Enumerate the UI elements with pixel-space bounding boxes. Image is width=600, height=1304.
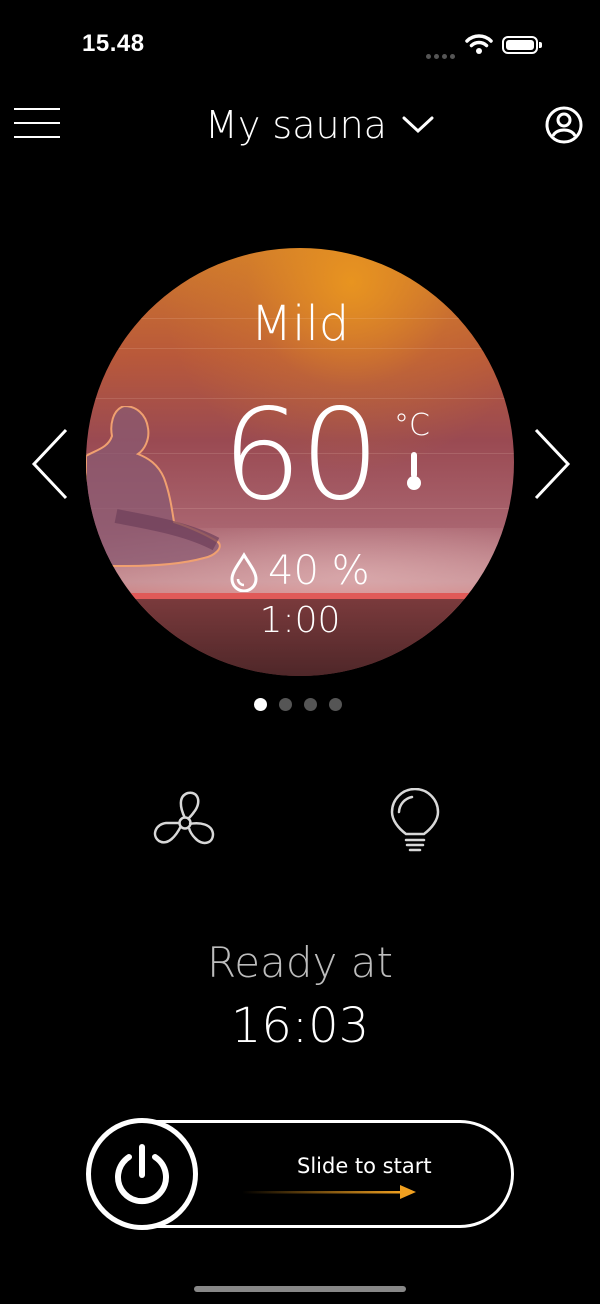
temperature-unit: °C	[394, 408, 430, 443]
program-mode-label: Mild	[250, 296, 350, 352]
temperature-value: 60	[221, 381, 380, 528]
menu-icon	[14, 108, 60, 110]
arrow-right-icon	[242, 1185, 416, 1199]
sauna-selector[interactable]: My sauna	[200, 100, 440, 150]
status-time: 15.48	[82, 30, 145, 57]
lightbulb-icon[interactable]	[388, 788, 442, 858]
ready-at-time: 16:03	[230, 998, 370, 1054]
humidity-value: 40 %	[268, 548, 370, 594]
cellular-signal-icon	[426, 44, 458, 63]
profile-icon[interactable]	[544, 105, 584, 145]
page-dot[interactable]	[329, 698, 342, 711]
fan-icon[interactable]	[150, 788, 220, 858]
slide-to-start-label: Slide to start	[297, 1154, 432, 1178]
page-indicator	[254, 698, 342, 711]
page-dot[interactable]	[279, 698, 292, 711]
wifi-icon	[465, 34, 493, 54]
droplet-icon	[230, 552, 258, 592]
power-icon	[115, 1144, 169, 1205]
chevron-right-icon[interactable]	[532, 428, 572, 500]
page-dot[interactable]	[254, 698, 267, 711]
page-title: My sauna	[205, 103, 387, 147]
battery-icon	[502, 36, 542, 54]
power-slider-handle[interactable]	[86, 1118, 198, 1230]
meditating-person-illustration	[86, 406, 221, 567]
page-dot[interactable]	[304, 698, 317, 711]
home-indicator	[194, 1286, 406, 1292]
duration-value: 1:00	[259, 600, 341, 641]
chevron-left-icon[interactable]	[30, 428, 70, 500]
chevron-down-icon	[402, 116, 434, 134]
ready-at-label: Ready at	[207, 938, 393, 987]
menu-button[interactable]	[14, 108, 60, 140]
thermometer-icon	[407, 452, 421, 490]
